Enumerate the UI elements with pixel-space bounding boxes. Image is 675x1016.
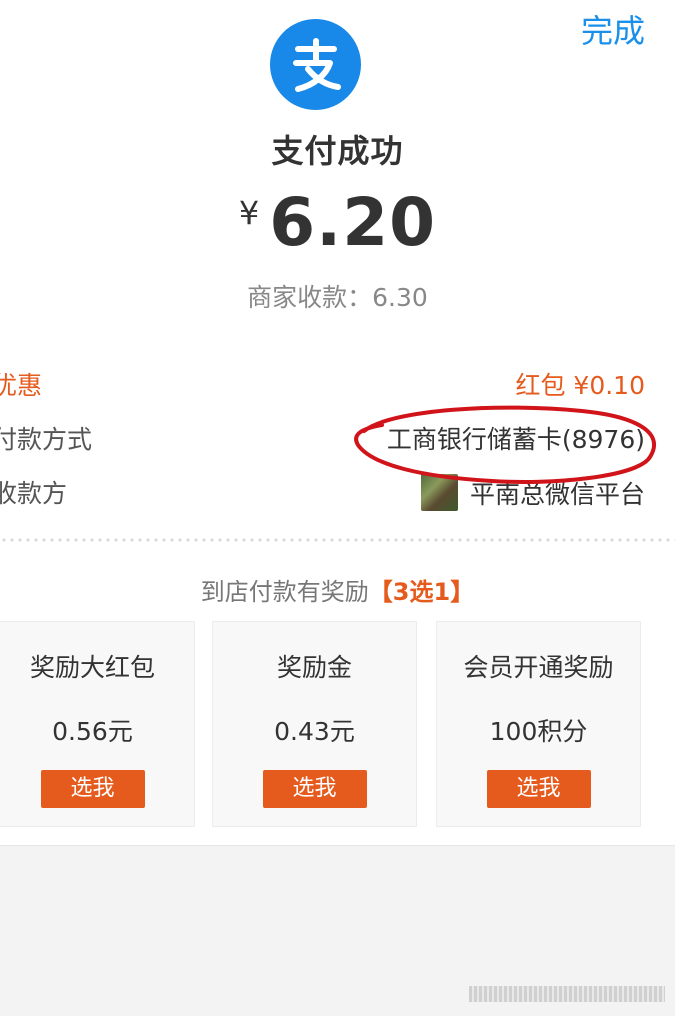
reward-name: 奖励大红包 — [29, 653, 155, 682]
payment-method-value: 工商银行储蓄卡(8976) — [386, 425, 645, 454]
payment-method-row: 付款方式 工商银行储蓄卡(8976) — [0, 416, 675, 456]
currency-symbol: ¥ — [238, 194, 260, 232]
done-button[interactable]: 完成 — [581, 6, 645, 52]
reward-value: 0.43元 — [274, 717, 355, 746]
bottom-blank-area — [0, 845, 675, 1016]
reward-card-bonus-fund[interactable]: 奖励金 0.43元 选我 — [212, 621, 417, 827]
rewards-heading-text: 到店付款有奖励 — [200, 578, 369, 606]
payee-label: 收款方 — [0, 479, 68, 508]
dotted-divider — [0, 538, 675, 542]
reward-value: 0.56元 — [52, 717, 133, 746]
choose-reward-button[interactable]: 选我 — [40, 770, 145, 808]
discount-label: 优惠 — [0, 371, 43, 400]
choose-reward-button[interactable]: 选我 — [262, 770, 367, 808]
alipay-logo-icon — [270, 19, 361, 110]
amount-value: 6.20 — [269, 184, 437, 261]
reward-card-red-packet[interactable]: 奖励大红包 0.56元 选我 — [0, 621, 195, 827]
payee-avatar — [420, 474, 458, 511]
reward-name: 奖励金 — [276, 653, 352, 682]
payment-amount: ¥6.20 — [0, 184, 675, 261]
payee-name: 平南总微信平台 — [469, 479, 645, 509]
merchant-received-amount: 商家收款：6.30 — [247, 283, 428, 312]
discount-row: 优惠 红包 ¥0.10 — [0, 362, 675, 402]
reward-value: 100积分 — [489, 717, 588, 746]
payment-status-title: 支付成功 — [271, 132, 404, 170]
watermark — [469, 986, 665, 1002]
reward-card-membership[interactable]: 会员开通奖励 100积分 选我 — [436, 621, 641, 827]
choose-reward-button[interactable]: 选我 — [486, 770, 591, 808]
reward-name: 会员开通奖励 — [463, 653, 614, 682]
discount-value: 红包 ¥0.10 — [515, 371, 645, 400]
payee-row[interactable]: 收款方 平南总微信平台 — [0, 470, 675, 511]
rewards-heading-highlight: 【3选1】 — [368, 578, 475, 606]
payment-method-label: 付款方式 — [0, 425, 93, 454]
rewards-heading: 到店付款有奖励【3选1】 — [0, 572, 675, 607]
payee-info[interactable]: 平南总微信平台 — [420, 474, 645, 511]
alipay-glyph-icon — [292, 37, 341, 92]
